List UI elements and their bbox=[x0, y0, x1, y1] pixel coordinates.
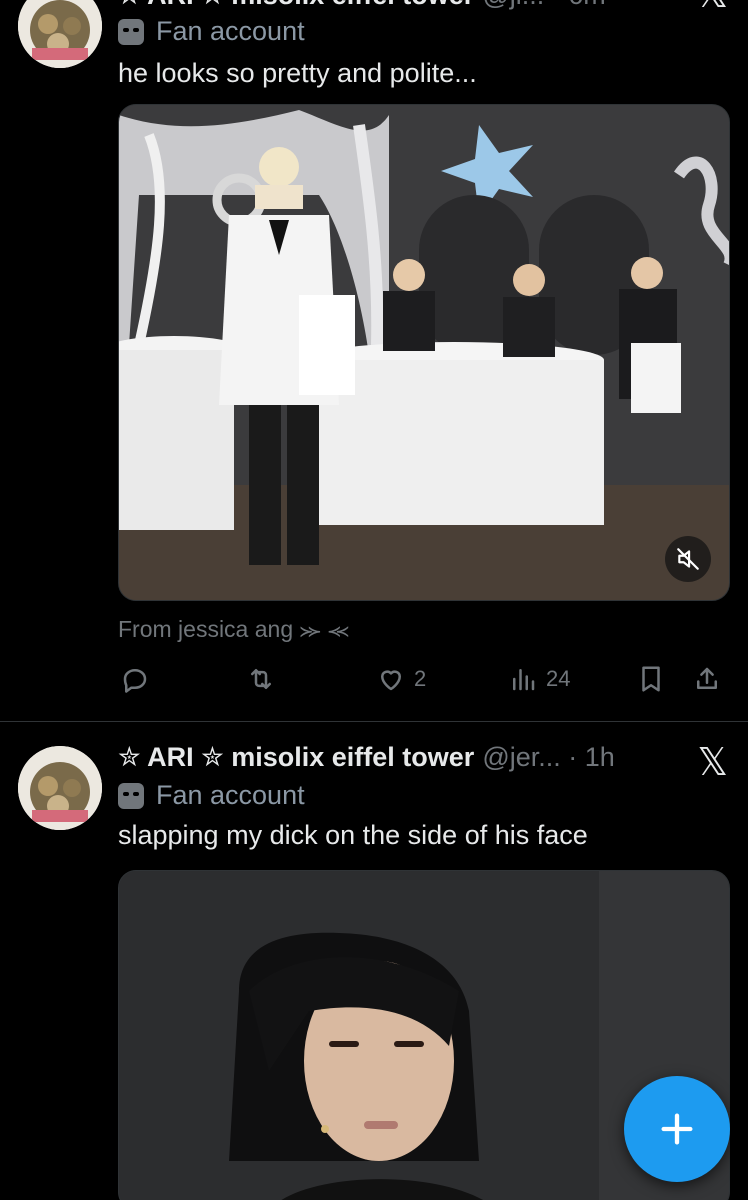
like-button[interactable]: 2 bbox=[376, 664, 426, 694]
reply-icon bbox=[123, 669, 147, 693]
view-count: 24 bbox=[546, 666, 571, 691]
label-text: Fan account bbox=[156, 16, 305, 46]
fan-account-label: Fan account bbox=[118, 780, 305, 811]
bookmark-button[interactable] bbox=[636, 664, 666, 694]
plus-icon bbox=[661, 1113, 693, 1145]
retweet-button[interactable] bbox=[246, 664, 276, 694]
display-name[interactable]: ✮ ARI ✮ misolix eiffel tower bbox=[118, 0, 474, 11]
mask-icon bbox=[118, 18, 144, 45]
like-count: 2 bbox=[414, 666, 427, 691]
handle-and-time: @jer... · 1h bbox=[482, 742, 615, 772]
mask-icon bbox=[118, 782, 144, 809]
handle-and-time: @ji... · 6m bbox=[482, 0, 605, 11]
tweet[interactable]: ✮ ARI ✮ misolix eiffel tower @ji... · 6m… bbox=[0, 0, 748, 721]
timeline-feed: ✮ ARI ✮ misolix eiffel tower @ji... · 6m… bbox=[0, 0, 748, 1200]
tweet-video[interactable] bbox=[118, 104, 730, 601]
label-text: Fan account bbox=[156, 780, 305, 810]
views-button[interactable]: 24 bbox=[508, 664, 570, 694]
heart-icon bbox=[381, 670, 401, 691]
tweet-text: he looks so pretty and polite... bbox=[118, 58, 477, 88]
compose-button[interactable] bbox=[624, 1076, 730, 1182]
retweet-icon bbox=[251, 669, 271, 689]
muted-speaker-icon bbox=[677, 548, 699, 570]
display-name[interactable]: ✮ ARI ✮ misolix eiffel tower bbox=[118, 742, 474, 773]
tweet-text: slapping my dick on the side of his face bbox=[118, 820, 588, 850]
mute-toggle[interactable] bbox=[665, 536, 711, 582]
avatar[interactable] bbox=[18, 746, 102, 830]
tweet-header: ✮ ARI ✮ misolix eiffel tower @jer... · 1… bbox=[118, 742, 728, 773]
reply-button[interactable] bbox=[120, 664, 150, 694]
tweet-header: ✮ ARI ✮ misolix eiffel tower @ji... · 6m bbox=[118, 0, 728, 11]
x-logo-icon: 𝕏 bbox=[697, 742, 728, 784]
x-logo-icon: 𝕏 bbox=[697, 0, 728, 17]
fan-account-label: Fan account bbox=[118, 16, 305, 47]
share-icon bbox=[697, 667, 717, 689]
media-attribution[interactable]: From jessica ang ⪼ ⪻ bbox=[118, 616, 349, 643]
tweet-actions: 2 24 bbox=[118, 664, 728, 694]
views-icon bbox=[513, 669, 535, 691]
avatar[interactable] bbox=[18, 0, 102, 68]
share-button[interactable] bbox=[692, 664, 722, 694]
bookmark-icon bbox=[642, 666, 660, 692]
video-frame bbox=[119, 105, 729, 600]
